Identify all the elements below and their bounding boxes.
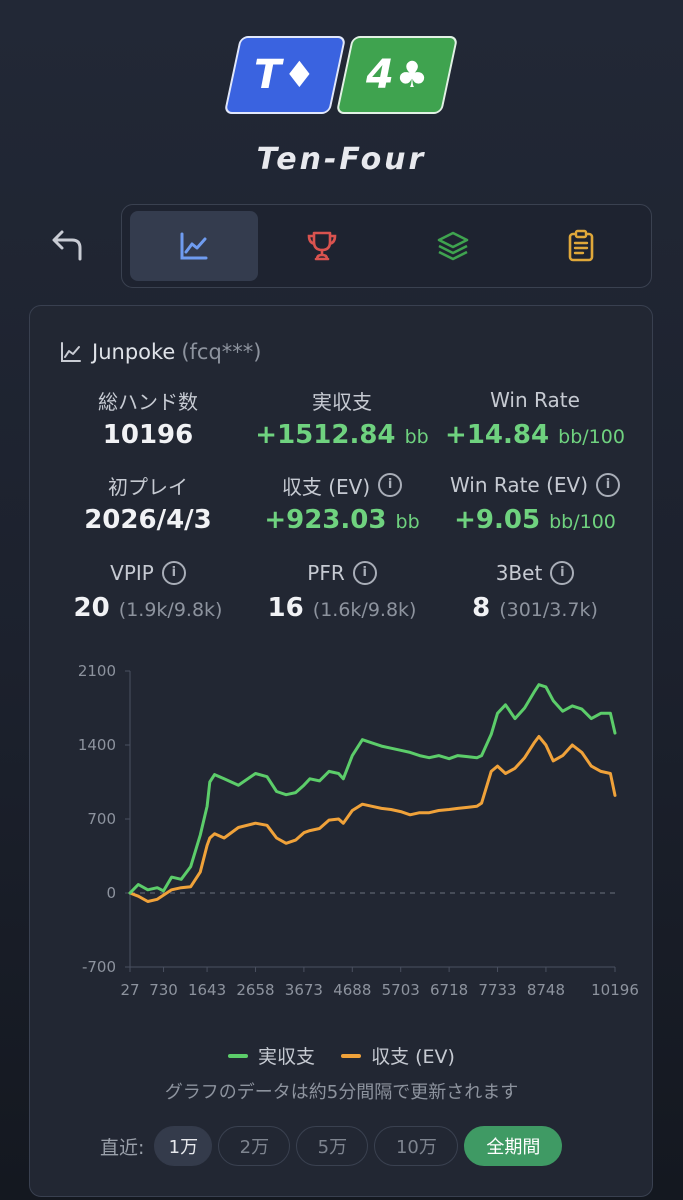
chart-icon (180, 232, 208, 260)
stat-3bet: 3Bet i 8 (301/3.7k) (430, 559, 640, 627)
period-all[interactable]: 全期間 (464, 1126, 563, 1166)
stat-label: 3Bet i (430, 559, 640, 587)
y-tick-label: 0 (106, 884, 116, 902)
x-tick-label: 27 (120, 981, 139, 999)
stat-value: 2026/4/3 (84, 505, 212, 535)
clipboard-icon (568, 229, 594, 262)
player-id: (fcq***) (181, 340, 262, 364)
x-tick-label: 10196 (591, 981, 639, 999)
stat-total-hands: 総ハンド数 10196 (43, 386, 253, 454)
x-tick-label: 7733 (478, 981, 516, 999)
stat-value: +923.03 bb (264, 505, 420, 535)
x-tick-label: 4688 (333, 981, 371, 999)
player-title: Junpoke (fcq***) (60, 340, 261, 364)
x-tick-label: 5703 (382, 981, 420, 999)
info-icon[interactable]: i (596, 473, 621, 497)
x-tick-label: 8748 (527, 981, 565, 999)
stat-vpip: VPIP i 20 (1.9k/9.8k) (43, 559, 253, 627)
tab-sessions[interactable] (389, 211, 517, 281)
stat-label: Win Rate (490, 388, 580, 412)
y-tick-label: 2100 (78, 662, 116, 680)
trophy-icon (307, 231, 337, 261)
period-10k[interactable]: 1万 (154, 1126, 213, 1166)
x-tick-label: 6718 (430, 981, 468, 999)
card-ten-diamonds: T ♦ (223, 36, 347, 114)
tab-bar (121, 204, 652, 288)
profit-line-chart: 2100 1400 700 0 -70027 730 1643 2658 3673 4688 570… (78, 662, 639, 999)
stat-pfr: PFR i 16 (1.6k/9.8k) (237, 559, 447, 627)
x-tick-label: 2658 (236, 981, 274, 999)
stat-label: 収支 (EV) i (237, 471, 447, 499)
legend-item-ev[interactable]: 収支 (EV) (341, 1042, 455, 1069)
stat-first-play: 初プレイ 2026/4/3 (43, 471, 253, 539)
tab-notes[interactable] (517, 211, 645, 281)
chart-legend: 実収支 収支 (EV) (0, 1042, 683, 1069)
app-logo: T ♦ 4 ♣ (0, 34, 683, 116)
stat-value: 8 (301/3.7k) (472, 593, 598, 623)
chart-icon (61, 342, 81, 362)
stat-value: +9.05 bb/100 (454, 505, 616, 535)
legend-swatch (341, 1053, 362, 1058)
brand-name: Ten-Four (256, 142, 427, 177)
legend-label: 実収支 (258, 1046, 316, 1068)
stat-ev-winrate: Win Rate (EV) i +9.05 bb/100 (430, 471, 640, 539)
stat-value: 10196 (102, 420, 194, 450)
stat-label: 初プレイ (108, 474, 188, 499)
info-icon[interactable]: i (378, 473, 403, 497)
x-tick-label: 3673 (285, 981, 323, 999)
period-20k[interactable]: 2万 (218, 1126, 291, 1166)
legend-label: 収支 (EV) (371, 1046, 455, 1068)
stat-value: 20 (1.9k/9.8k) (73, 593, 223, 623)
stat-value: +1512.84 bb (255, 420, 429, 450)
stat-value: 16 (1.6k/9.8k) (267, 593, 417, 623)
info-icon[interactable]: i (161, 561, 186, 585)
update-note: グラフのデータは約5分間隔で更新されます (164, 1082, 519, 1103)
stat-value: +14.84 bb/100 (445, 420, 625, 450)
stat-label: Win Rate (EV) i (430, 471, 640, 499)
stat-winrate: Win Rate +14.84 bb/100 (430, 386, 640, 454)
tab-trophy[interactable] (258, 211, 386, 281)
legend-swatch (228, 1053, 249, 1058)
period-50k[interactable]: 5万 (296, 1126, 369, 1166)
x-tick-label: 730 (149, 981, 178, 999)
period-100k[interactable]: 10万 (374, 1126, 459, 1166)
back-arrow-icon (52, 230, 82, 261)
info-icon[interactable]: i (550, 561, 575, 585)
tab-graph[interactable] (130, 211, 258, 281)
period-selector: 直近: 1万 2万 5万 10万 全期間 (100, 1126, 568, 1166)
y-tick-label: 1400 (78, 736, 116, 754)
period-label: 直近: (100, 1136, 145, 1159)
info-icon[interactable]: i (352, 561, 377, 585)
y-tick-label: 700 (87, 810, 116, 828)
legend-item-actual[interactable]: 実収支 (228, 1042, 315, 1069)
stat-label: 実収支 (312, 389, 372, 414)
stat-label: PFR i (237, 559, 447, 587)
y-tick-label: -700 (82, 958, 116, 976)
stat-profit: 実収支 +1512.84 bb (237, 386, 447, 454)
stat-label: VPIP i (43, 559, 253, 587)
stat-ev-profit: 収支 (EV) i +923.03 bb (237, 471, 447, 539)
player-name: Junpoke (92, 340, 176, 364)
x-tick-label: 1643 (188, 981, 226, 999)
back-button[interactable] (50, 226, 86, 266)
card-four-clubs: 4 ♣ (335, 36, 459, 114)
layers-icon (437, 231, 469, 261)
stat-label: 総ハンド数 (98, 389, 198, 414)
